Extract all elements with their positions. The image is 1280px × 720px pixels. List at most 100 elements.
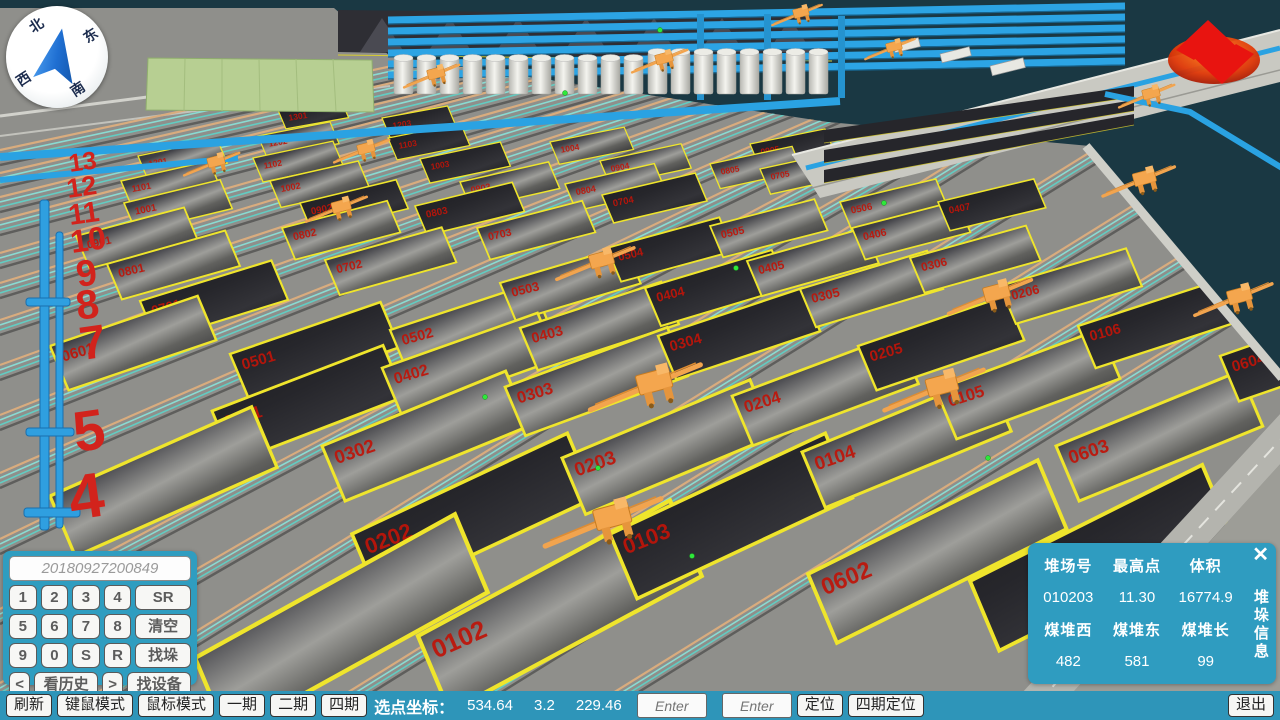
yard-no-value: 010203 xyxy=(1034,589,1103,606)
keypad-button-clear[interactable]: 清空 xyxy=(135,614,191,639)
phase-2-button[interactable]: 二期 xyxy=(270,694,316,717)
keypad-panel: 1234SR5678清空90SR找垛<看历史>找设备 xyxy=(3,551,197,685)
silo xyxy=(671,52,690,94)
coord-x-value: 534.64 xyxy=(467,697,513,714)
silo-top xyxy=(624,55,643,62)
pipe-elbow xyxy=(26,298,70,306)
pipe-rack xyxy=(56,232,63,528)
status-dot xyxy=(596,466,601,471)
silo xyxy=(786,52,805,94)
keypad-button-sr[interactable]: SR xyxy=(135,585,191,610)
silo xyxy=(763,52,782,94)
silo xyxy=(509,58,528,94)
coord-y-value: 3.2 xyxy=(534,697,555,714)
phase-4-locate-button[interactable]: 四期定位 xyxy=(848,694,924,717)
silo-top xyxy=(532,55,551,62)
silo-top xyxy=(786,49,805,56)
coord-z-value: 229.46 xyxy=(576,697,622,714)
keypad-button-r[interactable]: R xyxy=(104,643,132,668)
keyboard-mouse-mode-button[interactable]: 键鼠模式 xyxy=(57,694,133,717)
max-point-value: 11.30 xyxy=(1103,589,1172,606)
silo-top xyxy=(555,55,574,62)
keypad-button-6[interactable]: 6 xyxy=(41,614,69,639)
keypad-button-7[interactable]: 7 xyxy=(72,614,100,639)
close-icon[interactable]: ✕ xyxy=(1252,544,1269,566)
silo xyxy=(740,52,759,94)
keypad-buttons: 1234SR5678清空90SR找垛<看历史>找设备 xyxy=(9,585,191,697)
point-coords-label: 选点坐标： xyxy=(374,694,454,718)
keypad-button-1[interactable]: 1 xyxy=(9,585,37,610)
silo xyxy=(486,58,505,94)
silo xyxy=(394,58,413,94)
pile-west-value: 482 xyxy=(1034,653,1103,670)
compass-arrow-icon xyxy=(22,19,93,94)
keypad-button-find-pile[interactable]: 找垛 xyxy=(135,643,191,668)
refresh-button[interactable]: 刷新 xyxy=(6,694,52,717)
compass[interactable]: 北 东 南 西 xyxy=(6,6,108,108)
silo-top xyxy=(740,49,759,56)
pile-east-value: 581 xyxy=(1103,653,1172,670)
status-dot xyxy=(734,266,739,271)
pile-info-grid: 堆场号 最高点 体积 010203 11.30 16774.9 煤堆西 煤堆东 … xyxy=(1034,555,1240,670)
keypad-button-9[interactable]: 9 xyxy=(9,643,37,668)
keypad-button-s[interactable]: S xyxy=(72,643,100,668)
silo-top xyxy=(463,55,482,62)
volume-header: 体积 xyxy=(1171,555,1240,576)
silo-top xyxy=(394,55,413,62)
max-point-header: 最高点 xyxy=(1103,555,1172,576)
silo xyxy=(463,58,482,94)
status-dot xyxy=(690,554,695,559)
silo xyxy=(809,52,828,94)
silo-top xyxy=(417,55,436,62)
keypad-button-0[interactable]: 0 xyxy=(41,643,69,668)
silo-top xyxy=(717,49,736,56)
company-logo xyxy=(1166,12,1262,92)
silo-top xyxy=(809,49,828,56)
pipe-rack xyxy=(40,200,49,530)
silo xyxy=(578,58,597,94)
silo xyxy=(694,52,713,94)
silo xyxy=(555,58,574,94)
silo-top xyxy=(440,55,459,62)
keypad-button-2[interactable]: 2 xyxy=(41,585,69,610)
mouse-mode-button[interactable]: 鼠标模式 xyxy=(138,694,214,717)
pipe-elbow xyxy=(26,428,74,436)
silo xyxy=(601,58,620,94)
pile-east-header: 煤堆东 xyxy=(1103,619,1172,640)
keypad-button-8[interactable]: 8 xyxy=(104,614,132,639)
status-dot xyxy=(986,456,991,461)
status-dot xyxy=(658,28,663,33)
yard-no-header: 堆场号 xyxy=(1034,555,1103,576)
conveyor-tower xyxy=(838,16,845,98)
status-dot xyxy=(882,201,887,206)
phase-1-button[interactable]: 一期 xyxy=(219,694,265,717)
silo-top xyxy=(694,49,713,56)
silo xyxy=(532,58,551,94)
exit-button[interactable]: 退出 xyxy=(1228,694,1274,717)
pile-length-header: 煤堆长 xyxy=(1171,619,1240,640)
enter-input-2[interactable] xyxy=(722,693,792,718)
silo xyxy=(624,58,643,94)
volume-value: 16774.9 xyxy=(1171,589,1240,606)
status-dot xyxy=(563,91,568,96)
silo-top xyxy=(509,55,528,62)
keypad-button-5[interactable]: 5 xyxy=(9,614,37,639)
keypad-button-3[interactable]: 3 xyxy=(72,585,100,610)
silo-top xyxy=(601,55,620,62)
silo xyxy=(717,52,736,94)
pile-info-vertical-title: 堆垛信息 xyxy=(1250,589,1271,661)
bottom-toolbar: 刷新 键鼠模式 鼠标模式 一期 二期 四期 选点坐标： 534.64 3.2 2… xyxy=(0,691,1280,720)
phase-4-button[interactable]: 四期 xyxy=(321,694,367,717)
enter-input-1[interactable] xyxy=(637,693,707,718)
pile-code-display[interactable] xyxy=(9,556,191,581)
silo-top xyxy=(486,55,505,62)
pile-west-header: 煤堆西 xyxy=(1034,619,1103,640)
keypad-button-4[interactable]: 4 xyxy=(104,585,132,610)
silo-top xyxy=(578,55,597,62)
app-window: 1301120112021203110111021103100110021003… xyxy=(0,0,1280,720)
locate-button[interactable]: 定位 xyxy=(797,694,843,717)
pile-info-panel: ✕ 堆场号 最高点 体积 010203 11.30 16774.9 煤堆西 煤堆… xyxy=(1028,543,1276,684)
pile-length-value: 99 xyxy=(1171,653,1240,670)
silo-top xyxy=(763,49,782,56)
status-dot xyxy=(483,395,488,400)
